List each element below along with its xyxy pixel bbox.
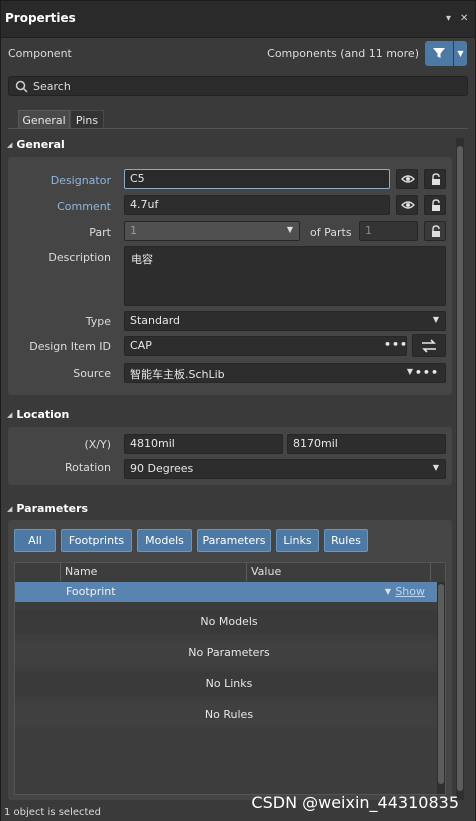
parameters-table: Name Value Footprint ▼ Show No Models No… xyxy=(14,562,446,795)
table-scrollbar[interactable] xyxy=(437,582,445,794)
filter-icon xyxy=(433,48,445,58)
part-value: 1 xyxy=(130,224,137,237)
type-value: Standard xyxy=(130,314,181,327)
source-select[interactable]: 智能车主板.SchLib ▼ ••• xyxy=(124,363,446,383)
search-icon xyxy=(15,80,28,93)
show-footprint-link[interactable]: Show xyxy=(395,585,425,598)
eye-icon xyxy=(401,201,415,209)
row-name: Footprint xyxy=(66,585,116,598)
designator-lock-button[interactable] xyxy=(424,169,446,189)
list-item: No Rules xyxy=(15,703,443,727)
collapse-triangle-icon: ◢ xyxy=(7,141,13,149)
table-row-footprint[interactable]: Footprint ▼ Show xyxy=(15,582,443,602)
table-scroll-thumb[interactable] xyxy=(438,584,444,784)
list-item: No Parameters xyxy=(15,641,443,665)
eye-icon xyxy=(401,175,415,183)
more-dots-icon[interactable]: ••• xyxy=(384,338,408,351)
chevron-down-icon: ▼ xyxy=(432,463,439,472)
design-item-id-value: CAP xyxy=(130,339,152,352)
component-row: Component Components (and 11 more) xyxy=(1,39,475,69)
lock-icon xyxy=(432,173,440,185)
filter-rules-button[interactable]: Rules xyxy=(324,529,368,552)
search-input[interactable] xyxy=(33,78,453,94)
tab-divider xyxy=(8,128,468,129)
location-header-label: Location xyxy=(16,408,70,421)
source-value: 智能车主板.SchLib xyxy=(130,368,225,381)
collapse-triangle-icon: ◢ xyxy=(7,411,13,419)
column-header-value[interactable]: Value xyxy=(247,563,431,581)
filter-footprints-button[interactable]: Footprints xyxy=(61,529,132,552)
search-box[interactable] xyxy=(8,76,468,96)
filter-all-button[interactable]: All xyxy=(14,529,56,552)
tab-general[interactable]: General xyxy=(18,110,70,129)
description-field[interactable]: 电容 xyxy=(124,246,446,306)
chevron-down-icon: ▼ xyxy=(286,225,293,234)
designator-label: Designator xyxy=(50,174,111,187)
panel-scroll-thumb[interactable] xyxy=(457,146,463,791)
rotation-label: Rotation xyxy=(64,461,111,474)
chevron-down-icon[interactable]: ▼ xyxy=(385,587,391,596)
component-label: Component xyxy=(8,47,72,60)
part-label: Part xyxy=(89,226,111,239)
table-header-spacer xyxy=(15,563,61,581)
comment-field[interactable]: 4.7uf xyxy=(124,195,390,215)
collapse-triangle-icon: ◢ xyxy=(7,505,13,513)
general-section-header[interactable]: ◢ General xyxy=(7,138,65,154)
x-coordinate-field[interactable]: 4810mil xyxy=(124,434,283,454)
chevron-down-icon: ▼ xyxy=(432,315,439,324)
xy-label: (X/Y) xyxy=(84,438,111,451)
comment-label: Comment xyxy=(57,200,111,213)
more-dots-icon[interactable]: ••• xyxy=(415,366,439,379)
design-item-id-field[interactable]: CAP xyxy=(124,336,407,356)
type-label: Type xyxy=(85,315,111,328)
parameters-header-label: Parameters xyxy=(16,502,89,515)
part-select[interactable]: 1 ▼ xyxy=(124,221,300,241)
panel-menu-icon[interactable]: ▾ xyxy=(446,13,451,24)
panel-titlebar: Properties ▾ ✕ xyxy=(1,1,475,38)
part-lock-button[interactable] xyxy=(424,221,446,241)
y-coordinate-field[interactable]: 8170mil xyxy=(287,434,446,454)
designator-field[interactable]: C5 xyxy=(124,169,390,189)
swap-icon xyxy=(422,339,436,353)
location-section-header[interactable]: ◢ Location xyxy=(7,408,69,424)
lock-icon xyxy=(432,199,440,211)
filter-links-button[interactable]: Links xyxy=(276,529,319,552)
column-header-name[interactable]: Name xyxy=(61,563,247,581)
filter-dropdown-button[interactable]: ▼ xyxy=(454,41,467,66)
general-header-label: General xyxy=(16,138,65,151)
designator-visibility-button[interactable] xyxy=(396,169,418,189)
rotation-value: 90 Degrees xyxy=(130,462,194,475)
list-item: No Links xyxy=(15,672,443,696)
selection-status: 1 object is selected xyxy=(4,807,101,818)
chevron-down-icon: ▼ xyxy=(406,367,413,376)
filter-button[interactable] xyxy=(425,41,453,66)
tab-pins[interactable]: Pins xyxy=(70,110,104,129)
lock-icon xyxy=(432,225,440,237)
filter-models-button[interactable]: Models xyxy=(137,529,192,552)
of-parts-field: 1 xyxy=(359,221,418,241)
panel-title: Properties xyxy=(5,11,76,25)
watermark: CSDN @weixin_44310835 xyxy=(251,793,459,812)
of-parts-label: of Parts xyxy=(310,226,352,239)
parameters-section-header[interactable]: ◢ Parameters xyxy=(7,502,88,518)
rotation-select[interactable]: 90 Degrees ▼ xyxy=(124,459,446,479)
component-count: Components (and 11 more) xyxy=(267,47,419,60)
swap-design-item-button[interactable] xyxy=(412,334,446,357)
source-label: Source xyxy=(73,367,111,380)
filter-parameters-button[interactable]: Parameters xyxy=(197,529,271,552)
description-label: Description xyxy=(48,251,111,264)
comment-lock-button[interactable] xyxy=(424,195,446,215)
list-item: No Models xyxy=(15,610,443,634)
type-select[interactable]: Standard ▼ xyxy=(124,311,446,331)
properties-panel: Properties ▾ ✕ Component Components (and… xyxy=(0,0,476,821)
close-icon[interactable]: ✕ xyxy=(460,13,468,24)
design-item-id-label: Design Item ID xyxy=(29,340,111,353)
comment-visibility-button[interactable] xyxy=(396,195,418,215)
panel-scrollbar[interactable] xyxy=(456,138,464,800)
